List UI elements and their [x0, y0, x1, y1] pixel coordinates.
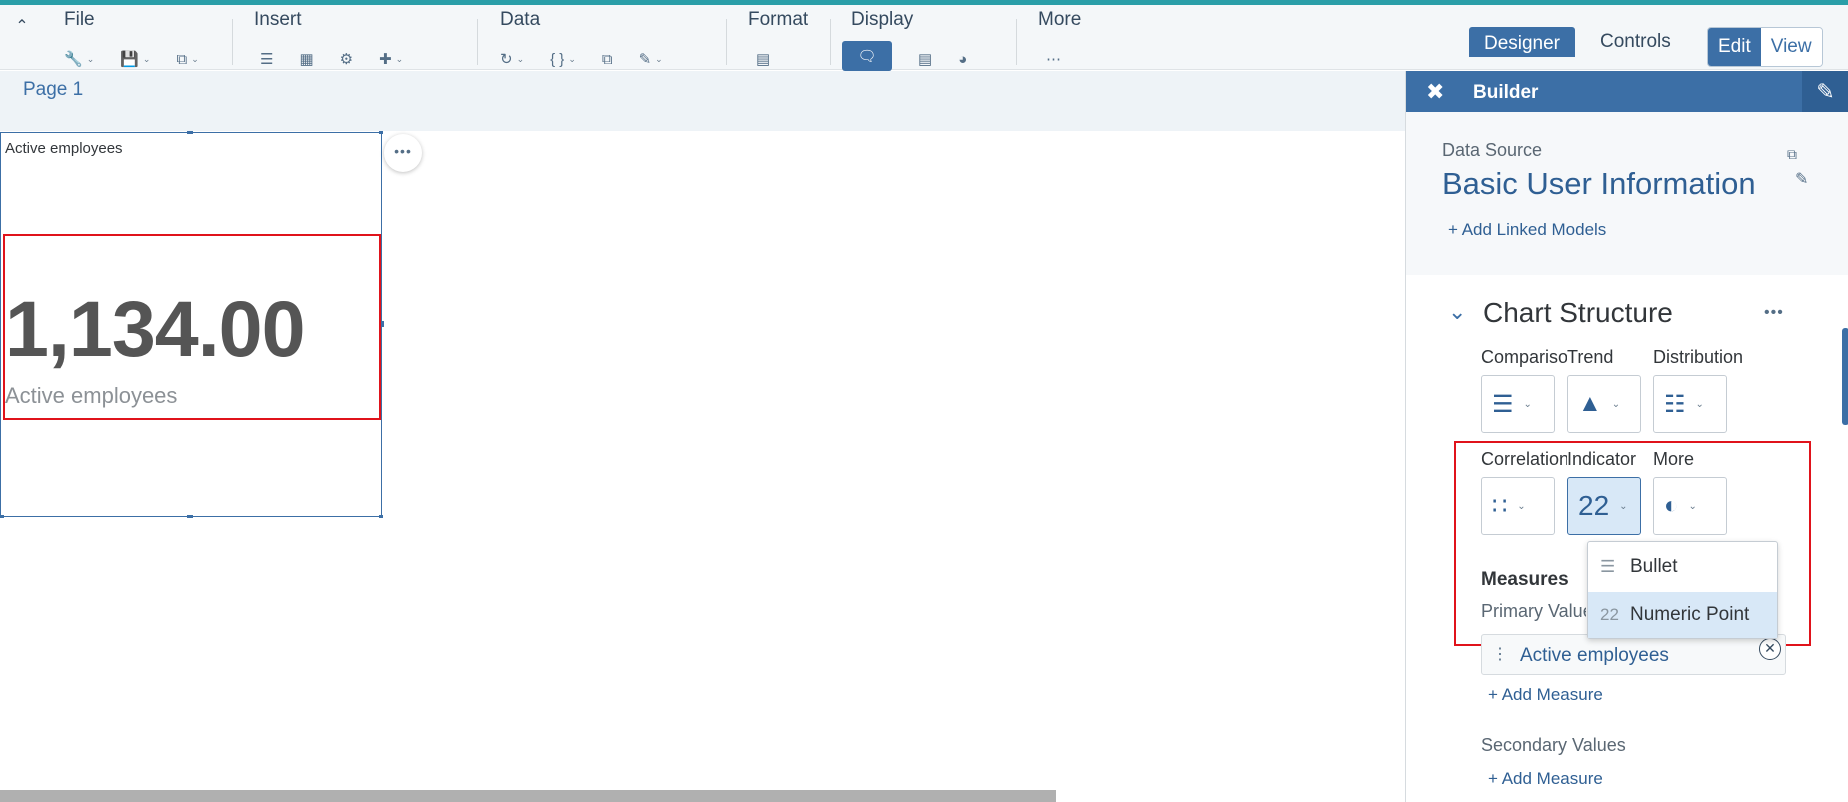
more-label: More — [1653, 449, 1695, 469]
horizontal-scrollbar[interactable] — [0, 790, 1056, 802]
edit-button[interactable]: Edit — [1708, 28, 1761, 66]
widget-title: Active employees — [5, 140, 123, 157]
page-tab-bar: Page 1 — [0, 71, 1405, 131]
area-chart-icon: ▲ — [1578, 390, 1602, 417]
trend-label: Trend — [1567, 347, 1614, 367]
data-edit-icon[interactable]: ✎ ⌄ — [639, 47, 663, 71]
distribution-chart-button[interactable]: ☷ ⌄ — [1653, 375, 1727, 433]
edit-data-source-icon[interactable]: ✎ — [1795, 169, 1808, 189]
primary-values-label: Primary Values — [1481, 601, 1586, 621]
more-chart-button[interactable]: ◐ ⌄ — [1653, 477, 1727, 535]
panel-icon[interactable]: ▤ — [918, 47, 932, 71]
bar-chart-icon: ☰ — [1492, 390, 1514, 418]
trend-chart-button[interactable]: ▲ ⌄ — [1567, 375, 1641, 433]
bullet-chart-icon: ☰ — [1600, 557, 1616, 576]
measures-title: Measures — [1481, 569, 1569, 590]
toolbar-separator — [1016, 19, 1017, 65]
panel-scrollbar[interactable] — [1842, 328, 1848, 425]
copy-icon[interactable]: ⧉ ⌄ — [176, 47, 198, 71]
toolbar-separator — [830, 19, 831, 65]
format-group-label: Format — [748, 9, 809, 30]
section-divider — [1406, 275, 1848, 289]
save-icon[interactable]: 💾 ⌄ — [120, 47, 150, 71]
resize-handle[interactable] — [187, 515, 193, 518]
add-linked-models-button[interactable]: + Add Linked Models — [1448, 220, 1606, 240]
correlation-chart-button[interactable]: ∷ ⌄ — [1481, 477, 1555, 535]
dropdown-item-label: Bullet — [1630, 556, 1678, 577]
boxplot-icon: ☷ — [1664, 390, 1686, 418]
edit-view-toggle: Edit View — [1707, 27, 1823, 67]
correlation-label: Correlation — [1481, 449, 1567, 469]
remove-measure-icon[interactable]: ✕ — [1759, 638, 1781, 660]
builder-panel: ✖ Builder ✎ Data Source Basic User Infor… — [1405, 71, 1848, 802]
more-options-icon[interactable]: ⋯ — [1046, 47, 1061, 71]
styling-brush-icon[interactable]: ✎ — [1802, 71, 1848, 112]
comment-icon[interactable]: 🗨 — [842, 41, 892, 71]
data-source-name: Basic User Information — [1442, 166, 1756, 201]
primary-measure-token[interactable]: ⋮ Active employees ✕ — [1481, 634, 1786, 675]
distribution-label: Distribution — [1653, 347, 1744, 367]
page-tab[interactable]: Page 1 — [23, 79, 83, 101]
comparison-label: Comparison — [1481, 347, 1567, 367]
add-secondary-measure-button[interactable]: + Add Measure — [1488, 769, 1603, 789]
donut-chart-icon: ◐ — [1664, 492, 1679, 519]
formula-icon[interactable]: { } ⌄ — [550, 47, 576, 71]
format-icon[interactable]: ▤ — [756, 47, 770, 71]
builder-tools-icon: ✖ — [1426, 79, 1445, 104]
designer-mode-button[interactable]: Designer — [1469, 27, 1575, 57]
builder-header: ✖ Builder ✎ — [1406, 71, 1848, 112]
data-source-label: Data Source — [1442, 140, 1543, 160]
primary-measure-name: Active employees — [1520, 645, 1669, 666]
indicator-chart-button[interactable]: 22 ⌄ — [1567, 477, 1641, 535]
toolbar-separator — [477, 19, 478, 65]
secondary-values-label: Secondary Values — [1481, 735, 1626, 755]
display-group-label: Display — [851, 9, 914, 30]
table-icon[interactable]: ▦ — [299, 47, 313, 71]
linked-analysis-icon[interactable]: ⧉ — [602, 47, 613, 71]
performance-icon[interactable]: ◕ — [958, 47, 967, 71]
dropdown-item-bullet[interactable]: ☰ Bullet — [1588, 544, 1777, 590]
controls-mode-button[interactable]: Controls — [1600, 27, 1671, 57]
dropdown-item-label: Numeric Point — [1630, 604, 1750, 625]
indicator-dropdown-menu: ☰ Bullet 22 Numeric Point — [1587, 541, 1778, 639]
drag-handle-icon[interactable]: ⋮ — [1492, 644, 1508, 664]
copy-data-source-icon[interactable]: ⧉ — [1787, 146, 1797, 163]
chevron-down-icon[interactable]: ⌄ — [1448, 299, 1466, 325]
collapse-toolbar-button[interactable]: ⌃ — [12, 17, 32, 37]
numeric-point-icon: 22 — [1600, 605, 1619, 624]
view-button[interactable]: View — [1760, 28, 1822, 66]
highlight-box — [3, 234, 381, 420]
add-icon[interactable]: ✚ ⌄ — [379, 47, 403, 71]
scatter-chart-icon: ∷ — [1492, 492, 1508, 520]
insert-group-label: Insert — [254, 9, 302, 30]
chart-icon[interactable]: ☰ — [260, 47, 273, 71]
toolbar: ⌃ File 🔧 ⌄ 💾 ⌄ ⧉ ⌄ Insert ☰ ▦ ⚙ ✚ ⌄ Data ↻ ⌄ … — [0, 5, 1848, 71]
more-group-label: More — [1038, 9, 1082, 30]
resize-handle[interactable] — [379, 131, 383, 134]
widget-more-button[interactable]: ••• — [384, 134, 422, 172]
refresh-icon[interactable]: ↻ ⌄ — [500, 47, 524, 71]
add-primary-measure-button[interactable]: + Add Measure — [1488, 685, 1603, 705]
resize-handle[interactable] — [187, 131, 193, 134]
indicator-label: Indicator — [1567, 449, 1637, 469]
toolbar-separator — [726, 19, 727, 65]
resize-handle[interactable] — [379, 515, 383, 518]
input-control-icon[interactable]: ⚙ — [340, 47, 353, 71]
chart-structure-title: Chart Structure — [1483, 297, 1673, 328]
resize-handle[interactable] — [381, 321, 384, 327]
toolbar-separator — [232, 19, 233, 65]
file-group-label: File — [64, 9, 95, 30]
data-group-label: Data — [500, 9, 541, 30]
resize-handle[interactable] — [0, 515, 4, 518]
tools-icon[interactable]: 🔧 ⌄ — [64, 47, 94, 71]
chart-structure-more-icon[interactable]: ••• — [1764, 304, 1784, 322]
dropdown-item-numeric-point[interactable]: 22 Numeric Point — [1588, 592, 1777, 638]
builder-title: Builder — [1473, 82, 1539, 103]
numeric-point-icon: 22 — [1578, 490, 1610, 521]
comparison-chart-button[interactable]: ☰ ⌄ — [1481, 375, 1555, 433]
